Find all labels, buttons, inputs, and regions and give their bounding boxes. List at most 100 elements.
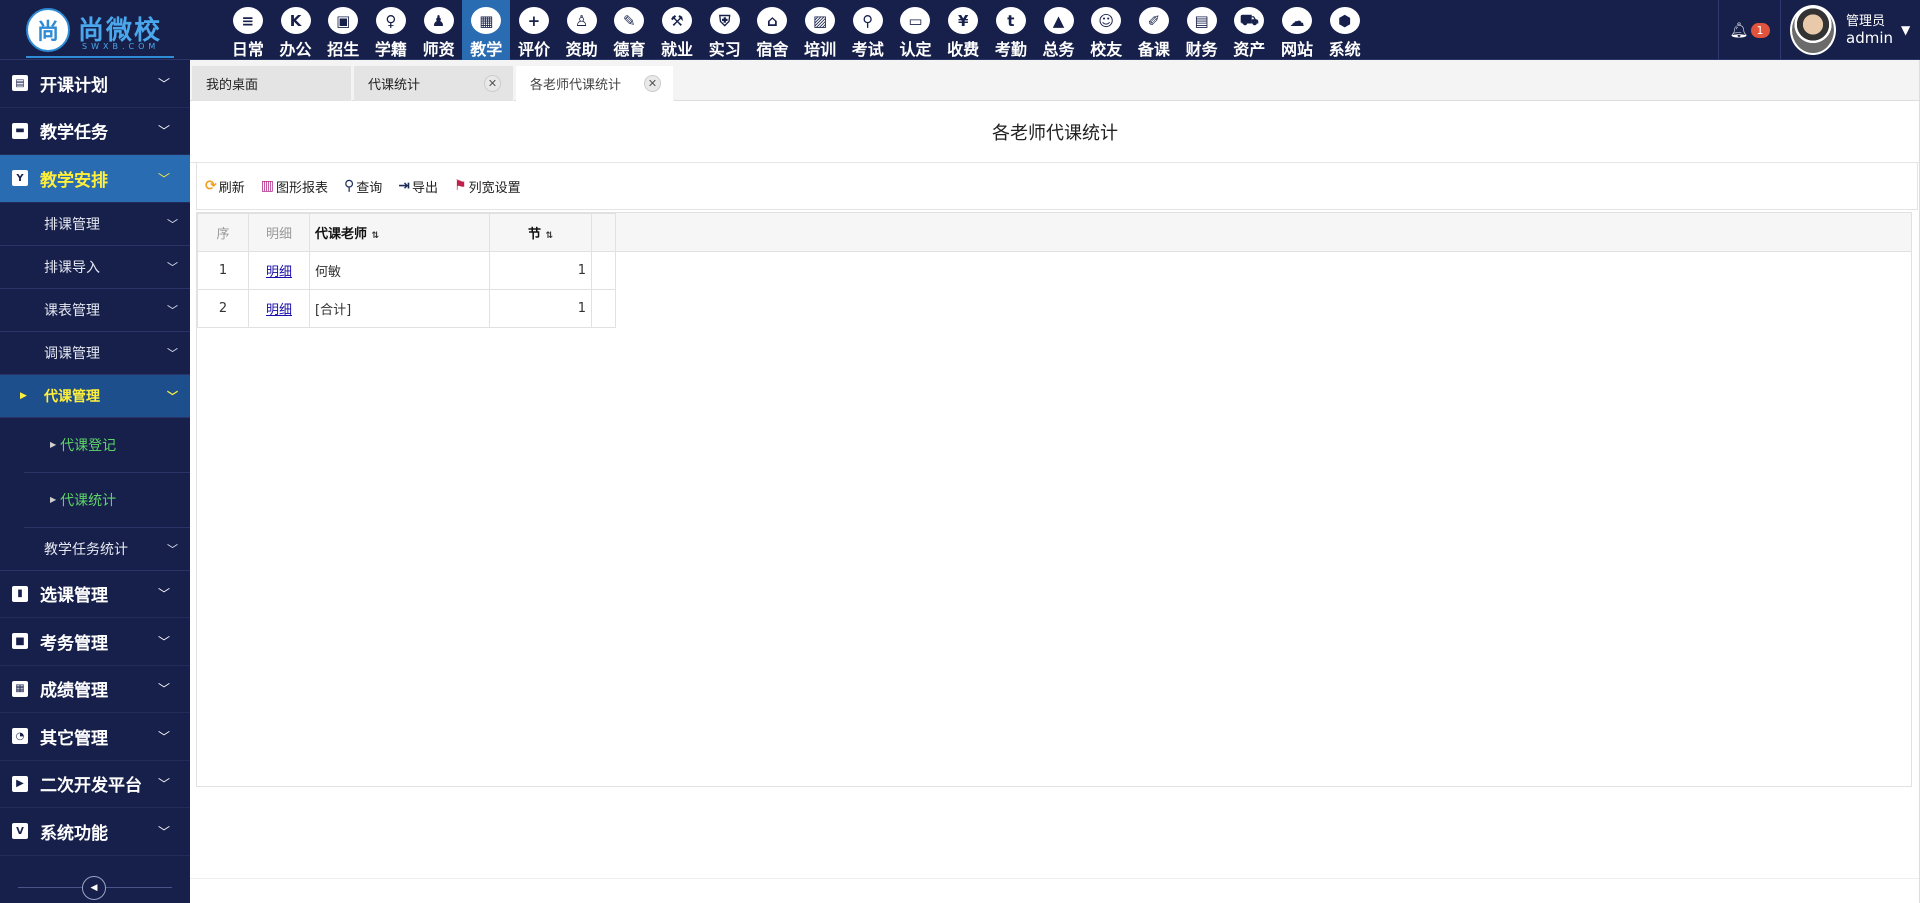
- sidebar-leaf[interactable]: ▶ 代课登记: [24, 418, 190, 473]
- sidebar-group[interactable]: ■ 考务管理 ﹀: [0, 618, 190, 666]
- sidebar-sub[interactable]: 课表管理 ﹀: [0, 289, 190, 332]
- sidebar-leaf[interactable]: ▶ 代课统计: [24, 473, 190, 528]
- menu-item-6[interactable]: + 评价: [510, 0, 558, 60]
- menu-icon: ▲: [1043, 7, 1074, 34]
- page-title: 各老师代课统计: [190, 101, 1920, 163]
- tab-substitute-stats[interactable]: 代课统计 ✕: [354, 66, 514, 101]
- query-button[interactable]: ⚲ 查询: [344, 177, 382, 196]
- sidebar-group[interactable]: ▤ 开课计划 ﹀: [0, 60, 190, 108]
- sort-icon[interactable]: ⇅: [372, 231, 380, 241]
- detail-link[interactable]: 明细: [266, 265, 292, 280]
- user-info[interactable]: 管理员 admin: [1846, 14, 1893, 46]
- tab-teacher-substitute-stats[interactable]: 各老师代课统计 ✕: [516, 66, 674, 101]
- sidebar-group[interactable]: ▬ 教学任务 ﹀: [0, 108, 190, 155]
- top-menu: ≡ 日常 K 办公 ▣ 招生 ♀ 学籍 ♟ 师资 ▦ 教学 + 评价 ♙ 资助 ✎ 德育 ⚒ 就业 ⛨ 实习 ⌂ 宿舍 ▨ 培训 ⚲…: [224, 0, 1369, 60]
- sidebar-sub-teaching-stats[interactable]: 教学任务统计 ﹀: [0, 528, 190, 571]
- sidebar-group[interactable]: ▦ 成绩管理 ﹀: [0, 666, 190, 713]
- collapse-arrow-icon[interactable]: ◀: [82, 876, 106, 900]
- logo[interactable]: 尚 尚微校 SWXB.COM: [22, 4, 174, 58]
- column-width-button[interactable]: ⚑ 列宽设置: [454, 177, 521, 196]
- menu-item-21[interactable]: ⛟ 资产: [1225, 0, 1273, 60]
- avatar[interactable]: [1790, 5, 1836, 55]
- logo-mark: 尚: [26, 8, 70, 52]
- menu-label: 实习: [708, 40, 741, 59]
- bell-icon[interactable]: 🔔︎: [1729, 21, 1748, 39]
- sidebar-group[interactable]: ▮ 选课管理 ﹀: [0, 571, 190, 618]
- logo-sub: SWXB.COM: [82, 42, 160, 51]
- header-periods-label: 节: [527, 227, 541, 242]
- sidebar-sub-label: 调课管理: [44, 345, 100, 362]
- menu-label: 总务: [1042, 40, 1075, 59]
- menu-item-3[interactable]: ♀ 学籍: [367, 0, 415, 60]
- chevron-down-icon: ﹀: [167, 217, 178, 231]
- tab-desktop[interactable]: 我的桌面: [192, 66, 352, 101]
- play-icon: ▶: [12, 775, 28, 792]
- menu-icon: ✎: [614, 7, 645, 34]
- notification-badge[interactable]: 1: [1750, 22, 1770, 38]
- app-window: 尚 尚微校 SWXB.COM ≡ 日常 K 办公 ▣ 招生 ♀ 学籍 ♟ 师资 ▦ 教学 + 评价 ♙ 资助 ✎…: [0, 0, 1920, 903]
- close-icon[interactable]: ✕: [644, 75, 661, 92]
- menu-icon: K: [280, 7, 311, 34]
- sidebar-sub[interactable]: ▶ 代课管理 ﹀: [0, 374, 190, 418]
- sidebar-group[interactable]: V 系统功能 ﹀: [0, 808, 190, 856]
- close-icon[interactable]: ✕: [484, 75, 501, 92]
- menu-item-20[interactable]: ▤ 财务: [1178, 0, 1226, 60]
- tab-label: 各老师代课统计: [530, 78, 622, 93]
- sidebar-group[interactable]: ▶ 二次开发平台 ﹀: [0, 761, 190, 808]
- menu-icon: ▨: [805, 7, 836, 34]
- menu-item-8[interactable]: ✎ 德育: [606, 0, 654, 60]
- menu-item-14[interactable]: ▭ 认定: [892, 0, 940, 60]
- sidebar-collapse[interactable]: ◀: [0, 873, 190, 903]
- menu-item-11[interactable]: ⌂ 宿舍: [749, 0, 797, 60]
- chevron-down-icon: ﹀: [157, 777, 170, 792]
- menu-item-2[interactable]: ▣ 招生: [319, 0, 367, 60]
- menu-icon: ≡: [232, 7, 263, 34]
- sidebar-group-label: 教学安排: [40, 170, 108, 191]
- menu-label: 资产: [1233, 40, 1266, 59]
- menu-item-4[interactable]: ♟ 师资: [415, 0, 463, 60]
- menu-item-15[interactable]: ¥ 收费: [939, 0, 987, 60]
- sidebar-sub[interactable]: 排课导入 ﹀: [0, 246, 190, 289]
- menu-item-1[interactable]: K 办公: [272, 0, 320, 60]
- sidebar-group-label: 教学任务: [40, 123, 108, 144]
- sidebar-group-label: 系统功能: [40, 823, 108, 844]
- menu-item-16[interactable]: t 考勤: [987, 0, 1035, 60]
- sidebar-sub[interactable]: 排课管理 ﹀: [0, 203, 190, 246]
- header-teacher[interactable]: 代课老师 ⇅: [309, 213, 490, 252]
- menu-icon: ♟: [423, 7, 454, 34]
- menu-item-9[interactable]: ⚒ 就业: [653, 0, 701, 60]
- menu-item-17[interactable]: ▲ 总务: [1035, 0, 1083, 60]
- menu-icon: ▭: [900, 7, 931, 34]
- sidebar-group[interactable]: Y 教学安排 ﹀: [0, 155, 190, 203]
- menu-item-0[interactable]: ≡ 日常: [224, 0, 272, 60]
- sort-icon[interactable]: ⇅: [546, 231, 554, 241]
- cell-spacer: [591, 289, 616, 328]
- header-periods[interactable]: 节 ⇅: [489, 213, 592, 252]
- sidebar-group-label: 考务管理: [40, 633, 108, 654]
- menu-label: 招生: [327, 40, 360, 59]
- export-button[interactable]: ⇥ 导出: [398, 177, 438, 196]
- sidebar-sub[interactable]: 调课管理 ﹀: [0, 332, 190, 375]
- menu-item-10[interactable]: ⛨ 实习: [701, 0, 749, 60]
- menu-icon: +: [518, 7, 549, 34]
- caret-down-icon[interactable]: ▼: [1901, 23, 1910, 37]
- menu-item-18[interactable]: ☺ 校友: [1082, 0, 1130, 60]
- sidebar-group[interactable]: ◔ 其它管理 ﹀: [0, 713, 190, 761]
- menu-item-23[interactable]: ⬢ 系统: [1321, 0, 1369, 60]
- notification-area[interactable]: 🔔︎ 1: [1718, 0, 1781, 60]
- sidebar-top-groups: ▤ 开课计划 ﹀ ▬ 教学任务 ﹀ Y 教学安排 ﹀: [0, 60, 190, 203]
- tab-bar: 我的桌面 代课统计 ✕ 各老师代课统计 ✕: [190, 60, 1920, 101]
- menu-item-22[interactable]: ☁ 网站: [1273, 0, 1321, 60]
- chart-report-button[interactable]: ▥ 图形报表: [261, 177, 328, 196]
- grid-icon: ▦: [12, 680, 28, 697]
- menu-item-5[interactable]: ▦ 教学: [462, 0, 511, 60]
- menu-item-12[interactable]: ▨ 培训: [796, 0, 844, 60]
- menu-item-19[interactable]: ✐ 备课: [1130, 0, 1178, 60]
- sidebar-bottom-groups: ▮ 选课管理 ﹀ ■ 考务管理 ﹀ ▦ 成绩管理 ﹀ ◔ 其它管理 ﹀ ▶ 二次开发平台 ﹀ V 系统功能 ﹀: [0, 571, 190, 856]
- menu-item-7[interactable]: ♙ 资助: [558, 0, 606, 60]
- menu-item-13[interactable]: ⚲ 考试: [844, 0, 892, 60]
- user-menu[interactable]: 管理员 admin ▼: [1782, 0, 1920, 60]
- refresh-button[interactable]: ⟳ 刷新: [205, 177, 245, 196]
- detail-link[interactable]: 明细: [266, 303, 292, 318]
- menu-label: 宿舍: [756, 40, 789, 59]
